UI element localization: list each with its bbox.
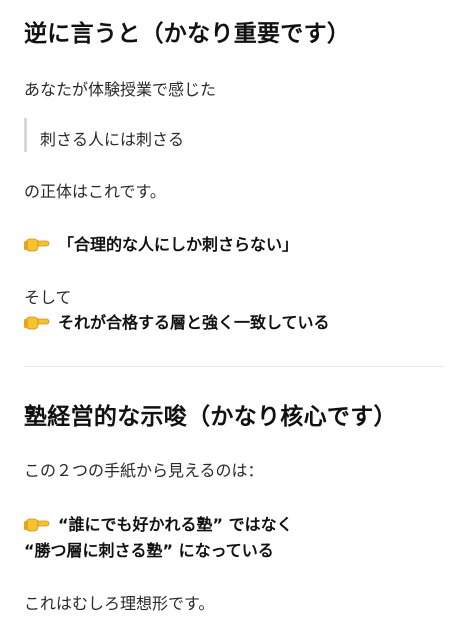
highlight-point-3-line-2: “勝つ層に刺さる塾” になっている: [24, 541, 274, 560]
blockquote-text: 刺さる人には刺さる: [40, 130, 185, 149]
highlight-point-2: それが合格する層と強く一致している: [24, 309, 330, 333]
section-heading-implication: 塾経営的な示唆（かなり核心です）: [24, 404, 397, 430]
point-1-text: 「合理的な人にしか刺さらない」: [58, 235, 299, 254]
backhand-index-pointing-right-icon: [24, 316, 50, 330]
blockquote-bar: [24, 118, 27, 152]
intro-text: あなたが体験授業で感じた: [24, 80, 217, 99]
section-heading-reverse: 逆に言うと（かなり重要です）: [24, 21, 351, 47]
body-text: の正体はこれです。: [24, 182, 166, 201]
point-2-text: それが合格する層と強く一致している: [58, 313, 330, 332]
intro-text-2: この２つの手紙から見えるのは：: [24, 461, 264, 480]
point-3-line-1-text: “誰にでも好かれる塾” ではなく: [58, 515, 293, 534]
highlight-point-3-line-1: “誰にでも好かれる塾” ではなく: [24, 511, 293, 535]
connector-text: そして: [24, 288, 72, 307]
section-divider: [24, 366, 444, 367]
document-page: 逆に言うと（かなり重要です） あなたが体験授業で感じた 刺さる人には刺さる の正…: [0, 0, 468, 640]
conclusion-text: これはむしろ理想形です。: [24, 594, 215, 613]
backhand-index-pointing-right-icon: [24, 238, 50, 252]
highlight-point-1: 「合理的な人にしか刺さらない」: [24, 231, 298, 255]
backhand-index-pointing-right-icon: [24, 518, 50, 532]
